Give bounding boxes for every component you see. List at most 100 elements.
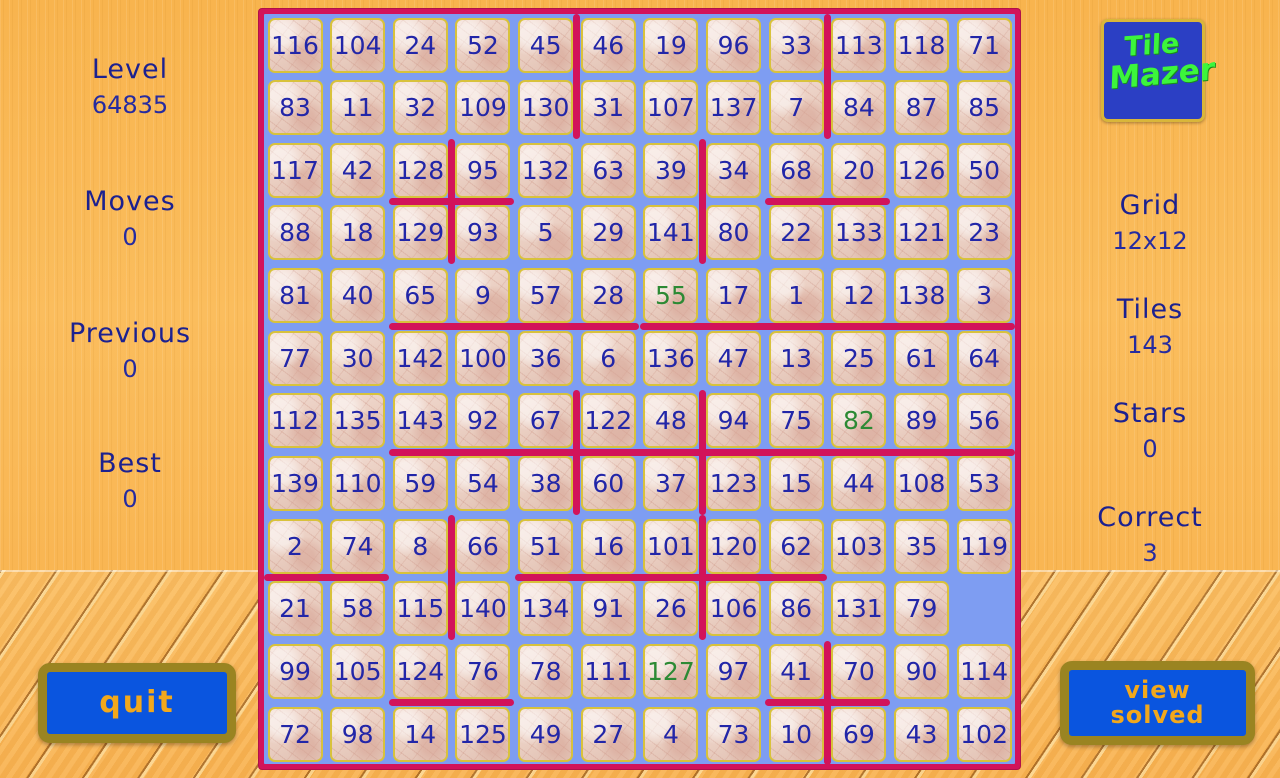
- tile-r5-c3[interactable]: 100: [455, 330, 511, 386]
- tile-r7-c11[interactable]: 53: [956, 456, 1012, 512]
- tile-r7-c10[interactable]: 108: [894, 456, 949, 512]
- tile-r8-c10[interactable]: 35: [894, 518, 949, 574]
- tile-r6-c10[interactable]: 89: [894, 393, 949, 449]
- tile-r5-c7[interactable]: 47: [706, 330, 762, 386]
- puzzle-board[interactable]: 116 104 24 52 45 46 19 96 33 113 118 71 83 11 32 109 130…: [259, 9, 1020, 769]
- tile-r6-c3[interactable]: 92: [455, 393, 511, 449]
- tile-r11-c4[interactable]: 49: [518, 706, 574, 762]
- tile-r11-c6[interactable]: 4: [643, 706, 699, 762]
- tile-r11-c0[interactable]: 72: [267, 706, 323, 762]
- tile-r11-c7[interactable]: 73: [706, 706, 762, 762]
- tile-r9-c3[interactable]: 140: [455, 581, 511, 637]
- quit-button[interactable]: quit: [38, 663, 236, 743]
- tile-r1-c1[interactable]: 11: [330, 80, 386, 136]
- tile-r4-c3[interactable]: 9: [455, 268, 511, 324]
- tile-r2-c7[interactable]: 34: [706, 142, 762, 198]
- tile-r1-c4[interactable]: 130: [518, 80, 574, 136]
- tile-r9-c4[interactable]: 134: [518, 581, 574, 637]
- tile-r5-c9[interactable]: 25: [831, 330, 887, 386]
- tile-r9-c5[interactable]: 91: [580, 581, 636, 637]
- tile-r3-c2[interactable]: 129: [392, 205, 448, 261]
- tile-r0-c0[interactable]: 116: [267, 17, 323, 73]
- tile-r8-c2[interactable]: 8: [392, 518, 448, 574]
- tile-r3-c9[interactable]: 133: [831, 205, 887, 261]
- tile-r10-c6[interactable]: 127: [643, 644, 699, 699]
- tile-r6-c6[interactable]: 48: [643, 393, 699, 449]
- tile-r8-c4[interactable]: 51: [518, 518, 574, 574]
- tile-r4-c0[interactable]: 81: [267, 268, 323, 324]
- tile-r9-c0[interactable]: 21: [267, 581, 323, 637]
- tile-r2-c10[interactable]: 126: [894, 142, 949, 198]
- tile-r6-c2[interactable]: 143: [392, 393, 448, 449]
- tile-r11-c8[interactable]: 10: [768, 706, 824, 762]
- tile-r8-c8[interactable]: 62: [768, 518, 824, 574]
- tile-r2-c1[interactable]: 42: [330, 142, 386, 198]
- tile-r1-c6[interactable]: 107: [643, 80, 699, 136]
- tile-r10-c7[interactable]: 97: [706, 644, 762, 699]
- tile-r7-c3[interactable]: 54: [455, 456, 511, 512]
- tile-r2-c0[interactable]: 117: [267, 142, 323, 198]
- tile-r3-c4[interactable]: 5: [518, 205, 574, 261]
- tile-r3-c7[interactable]: 80: [706, 205, 762, 261]
- tile-r5-c5[interactable]: 6: [580, 330, 636, 386]
- tile-r0-c3[interactable]: 52: [455, 17, 511, 73]
- tile-r8-c3[interactable]: 66: [455, 518, 511, 574]
- tile-r1-c8[interactable]: 7: [768, 80, 824, 136]
- tile-r9-c9[interactable]: 131: [831, 581, 887, 637]
- tile-r6-c0[interactable]: 112: [267, 393, 323, 449]
- tile-r10-c3[interactable]: 76: [455, 644, 511, 699]
- tile-r4-c10[interactable]: 138: [894, 268, 949, 324]
- tile-r11-c10[interactable]: 43: [894, 706, 949, 762]
- tile-r5-c11[interactable]: 64: [956, 330, 1012, 386]
- tile-r9-c1[interactable]: 58: [330, 581, 386, 637]
- tile-r10-c8[interactable]: 41: [768, 644, 824, 699]
- tile-r9-c2[interactable]: 115: [392, 581, 448, 637]
- tile-r4-c1[interactable]: 40: [330, 268, 386, 324]
- tile-r4-c8[interactable]: 1: [768, 268, 824, 324]
- tile-r8-c6[interactable]: 101: [643, 518, 699, 574]
- tile-r5-c10[interactable]: 61: [894, 330, 949, 386]
- tile-r8-c7[interactable]: 120: [706, 518, 762, 574]
- tile-r3-c1[interactable]: 18: [330, 205, 386, 261]
- tile-r2-c8[interactable]: 68: [768, 142, 824, 198]
- tile-r8-c0[interactable]: 2: [267, 518, 323, 574]
- tile-r0-c2[interactable]: 24: [392, 17, 448, 73]
- tile-r11-c3[interactable]: 125: [455, 706, 511, 762]
- tile-r2-c5[interactable]: 63: [580, 142, 636, 198]
- tile-r0-c5[interactable]: 46: [580, 17, 636, 73]
- tile-r0-c1[interactable]: 104: [330, 17, 386, 73]
- tile-r7-c1[interactable]: 110: [330, 456, 386, 512]
- tile-r10-c4[interactable]: 78: [518, 644, 574, 699]
- tile-r1-c7[interactable]: 137: [706, 80, 762, 136]
- tile-r2-c9[interactable]: 20: [831, 142, 887, 198]
- tile-r6-c4[interactable]: 67: [518, 393, 574, 449]
- tile-r4-c6[interactable]: 55: [643, 268, 699, 324]
- tile-r8-c5[interactable]: 16: [580, 518, 636, 574]
- tile-r5-c6[interactable]: 136: [643, 330, 699, 386]
- tile-r4-c11[interactable]: 3: [956, 268, 1012, 324]
- tile-r3-c8[interactable]: 22: [768, 205, 824, 261]
- tile-r4-c9[interactable]: 12: [831, 268, 887, 324]
- tile-r7-c8[interactable]: 15: [768, 456, 824, 512]
- tile-r11-c11[interactable]: 102: [956, 706, 1012, 762]
- tile-r6-c7[interactable]: 94: [706, 393, 762, 449]
- tile-r0-c7[interactable]: 96: [706, 17, 762, 73]
- tile-r1-c10[interactable]: 87: [894, 80, 949, 136]
- tile-r5-c4[interactable]: 36: [518, 330, 574, 386]
- tile-r10-c0[interactable]: 99: [267, 644, 323, 699]
- tile-r9-c6[interactable]: 26: [643, 581, 699, 637]
- tile-r3-c5[interactable]: 29: [580, 205, 636, 261]
- tile-r0-c6[interactable]: 19: [643, 17, 699, 73]
- tile-r10-c10[interactable]: 90: [894, 644, 949, 699]
- tile-r2-c6[interactable]: 39: [643, 142, 699, 198]
- tile-r2-c4[interactable]: 132: [518, 142, 574, 198]
- tile-r0-c9[interactable]: 113: [831, 17, 887, 73]
- tile-r7-c9[interactable]: 44: [831, 456, 887, 512]
- tile-r2-c3[interactable]: 95: [455, 142, 511, 198]
- tile-r3-c10[interactable]: 121: [894, 205, 949, 261]
- tile-r2-c11[interactable]: 50: [956, 142, 1012, 198]
- tile-r11-c5[interactable]: 27: [580, 706, 636, 762]
- tile-r1-c0[interactable]: 83: [267, 80, 323, 136]
- tile-r8-c9[interactable]: 103: [831, 518, 887, 574]
- tile-r8-c1[interactable]: 74: [330, 518, 386, 574]
